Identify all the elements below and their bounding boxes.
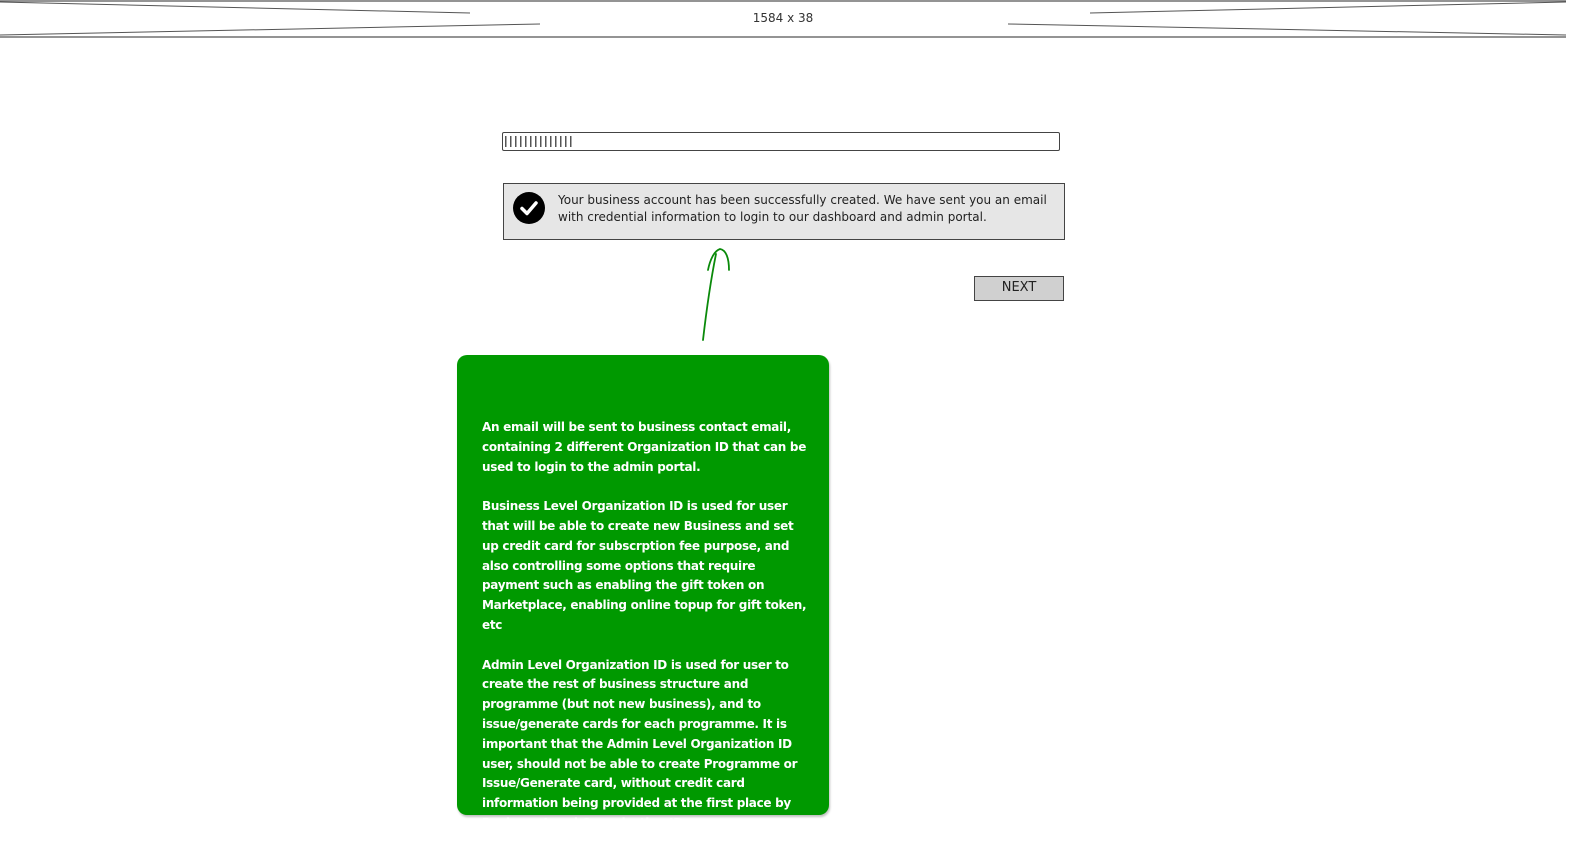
progress-bar [502,132,1060,151]
note-paragraph-business-level: Business Level Organization ID is used f… [482,499,807,632]
annotation-arrow [702,248,730,341]
note-paragraph-admin-level: Admin Level Organization ID is used for … [482,657,798,830]
header-placeholder: 1584 x 38 [0,0,1582,40]
note-text: An email will be sent to business contac… [482,418,807,834]
note-paragraph-email: An email will be sent to business contac… [482,420,807,474]
check-circle-icon [513,192,545,224]
success-alert: Your business account has been successfu… [503,183,1065,240]
wireframe-canvas: 1584 x 38 Your business account has been… [0,0,1582,857]
progress-fill [505,136,572,147]
header-size-label: 1584 x 38 [752,11,814,25]
success-message: Your business account has been successfu… [558,193,1047,224]
annotation-note: An email will be sent to business contac… [457,355,829,830]
next-button[interactable]: NEXT [974,276,1064,301]
